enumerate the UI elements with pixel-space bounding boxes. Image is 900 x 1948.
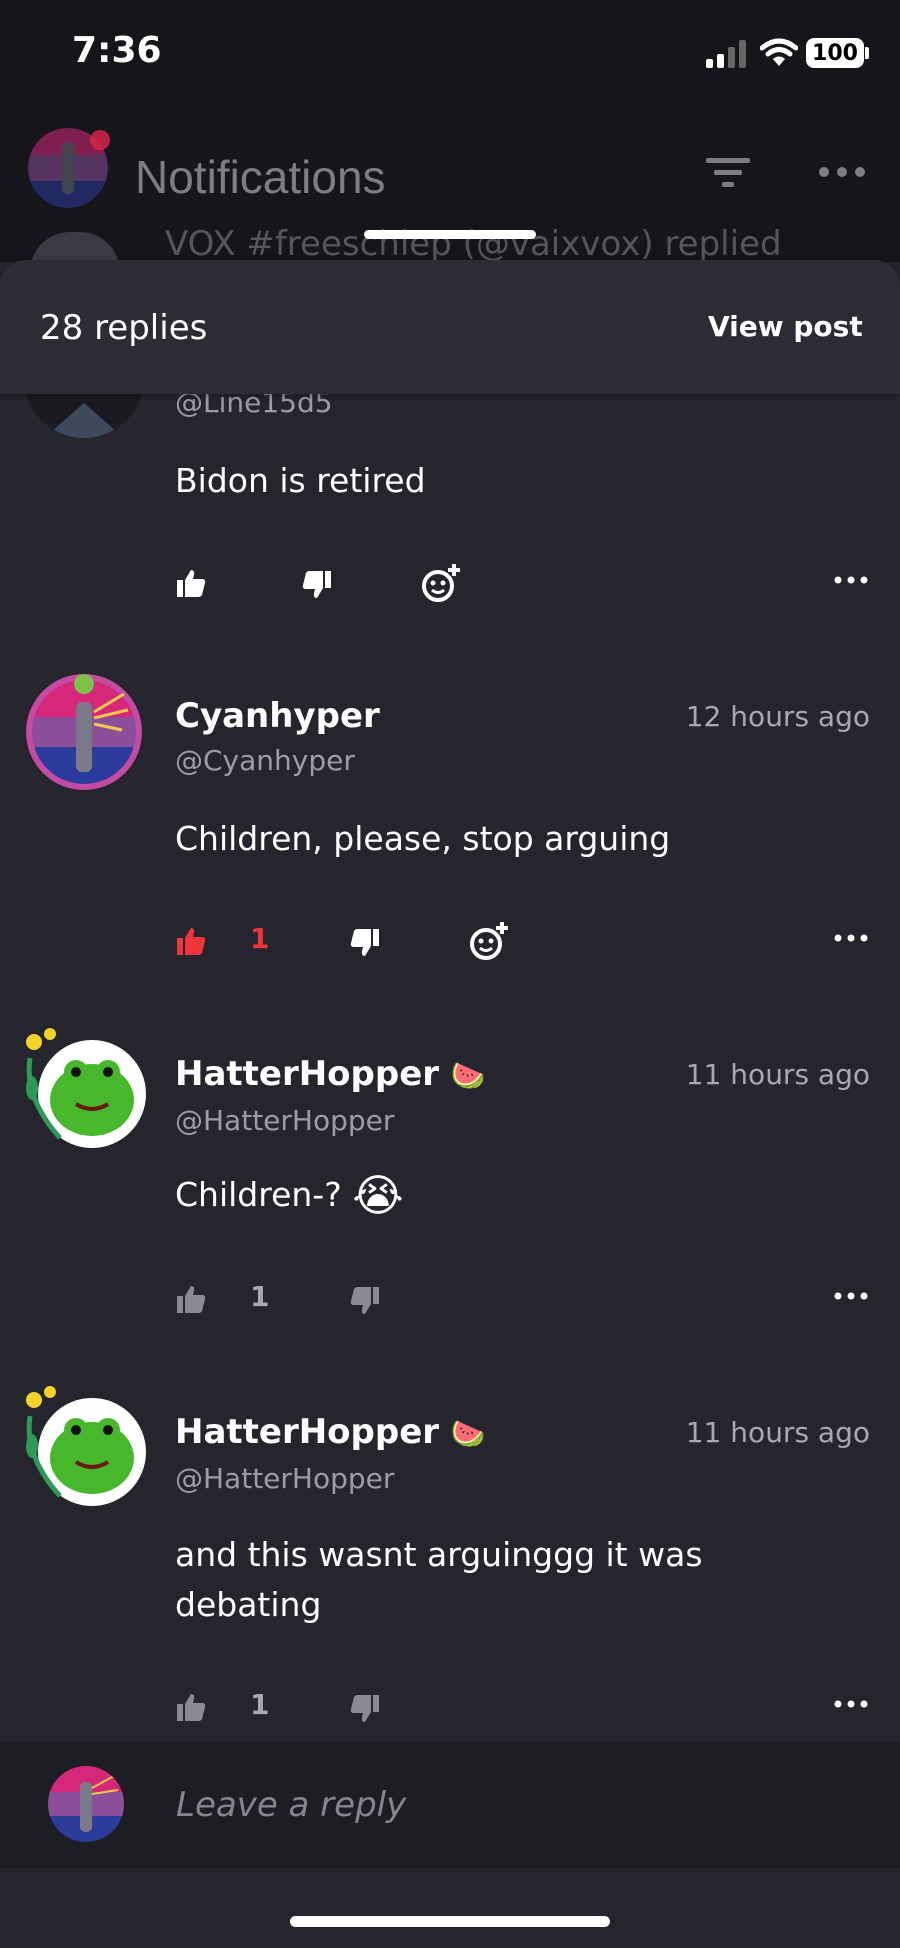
comment-text: and this wasnt arguinggg it was debating xyxy=(175,1535,703,1624)
comment-timestamp: 11 hours ago xyxy=(685,1416,870,1449)
page-title: Notifications xyxy=(135,151,386,203)
sheet-drag-handle[interactable] xyxy=(364,230,536,239)
comment-username[interactable]: HatterHopper 🍉 xyxy=(175,1054,486,1094)
add-reaction-icon[interactable] xyxy=(420,562,462,604)
battery-tip xyxy=(865,47,869,59)
comment-handle[interactable]: @Cyanhyper xyxy=(175,744,355,777)
home-indicator[interactable] xyxy=(290,1916,610,1927)
like-count: 1 xyxy=(250,922,270,955)
thumbs-down-icon[interactable] xyxy=(350,1286,380,1316)
comment-avatar[interactable] xyxy=(20,1386,146,1506)
reply-input[interactable] xyxy=(174,1782,778,1828)
thumbs-down-icon[interactable] xyxy=(350,1694,380,1724)
wifi-icon xyxy=(760,38,798,66)
comment-username[interactable]: Cyanhyper xyxy=(175,696,380,736)
comment-timestamp: 11 hours ago xyxy=(685,1058,870,1091)
comment-username[interactable]: HatterHopper 🍉 xyxy=(175,1412,486,1452)
comment-handle[interactable]: @HatterHopper xyxy=(175,1462,394,1495)
emoji: 😭 xyxy=(352,1170,404,1222)
like-count: 1 xyxy=(250,1688,270,1721)
thumbs-down-icon[interactable] xyxy=(350,928,380,958)
comment-text: Children, please, stop arguing xyxy=(175,819,671,858)
comment-text: Bidon is retired xyxy=(175,461,426,500)
reply-avatar xyxy=(48,1766,124,1842)
add-reaction-icon[interactable] xyxy=(468,920,510,962)
thumbs-up-icon[interactable] xyxy=(176,1692,206,1722)
more-options-icon[interactable] xyxy=(818,166,866,178)
comment-more-icon[interactable] xyxy=(834,576,868,584)
comment-avatar[interactable] xyxy=(20,1028,146,1148)
comment-avatar[interactable] xyxy=(24,672,144,792)
comment-timestamp: 12 hours ago xyxy=(685,700,870,733)
comment-more-icon[interactable] xyxy=(834,934,868,942)
view-post-button[interactable]: View post xyxy=(708,310,863,343)
comment-more-icon[interactable] xyxy=(834,1700,868,1708)
thumbs-up-icon[interactable] xyxy=(176,1284,206,1314)
thumbs-up-icon[interactable] xyxy=(176,568,206,598)
status-time: 7:36 xyxy=(72,30,162,71)
filter-icon[interactable] xyxy=(706,156,750,190)
replies-count: 28 replies xyxy=(40,308,208,348)
comment-more-icon[interactable] xyxy=(834,1292,868,1300)
comment-text: Children-? 😭 xyxy=(175,1170,404,1222)
thumbs-up-icon[interactable] xyxy=(176,926,206,956)
comment-handle[interactable]: @HatterHopper xyxy=(175,1104,394,1137)
cellular-signal-icon xyxy=(706,38,752,68)
notification-dot xyxy=(90,130,110,150)
battery-icon: 100 xyxy=(806,38,864,68)
thumbs-down-icon[interactable] xyxy=(302,570,332,600)
like-count: 1 xyxy=(250,1280,270,1313)
